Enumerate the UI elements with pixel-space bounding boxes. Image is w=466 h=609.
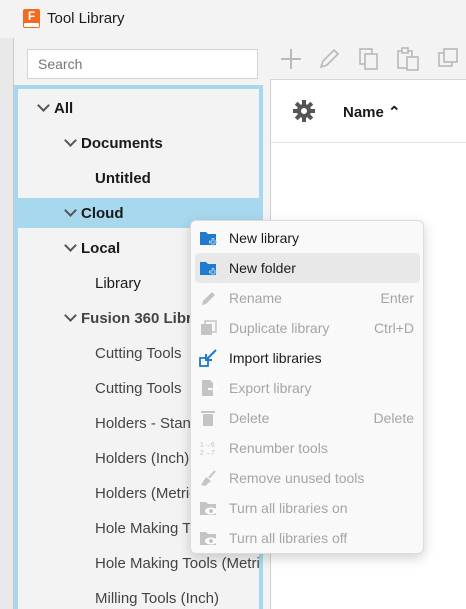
tree-node-label: Holders (Inch) [95,450,190,467]
context-menu-item[interactable]: New library [195,223,420,253]
menu-item-shortcut: Delete [373,410,414,426]
menu-item-label: Turn all libraries on [229,500,348,516]
tree-node[interactable]: Untitled [18,163,259,193]
context-menu-item[interactable]: Turn all libraries off [195,523,420,553]
menu-item-label: Rename [229,290,282,306]
tree-node-label: Hole Making Tools (Metric) [95,555,263,572]
context-menu-item[interactable]: Delete Delete [195,403,420,433]
menu-item-label: Turn all libraries off [229,530,348,546]
export-icon [199,379,219,397]
menu-item-label: New library [229,230,300,246]
svg-text:1→6: 1→6 [200,442,215,449]
menu-item-label: Delete [229,410,270,426]
tool-library-window: F Tool Library All Documents Untitled Cloud… [0,0,466,609]
context-menu-item[interactable]: Remove unused tools [195,463,420,493]
context-menu: New library New folder Rename Enter Duplicat… [190,220,424,554]
context-menu-item[interactable]: Duplicate library Ctrl+D [195,313,420,343]
tool-toolbar [270,38,466,80]
tree-node[interactable]: Documents [18,128,259,158]
add-tool-icon[interactable] [278,46,304,72]
menu-item-label: Duplicate library [229,320,330,336]
tree-node-label: Cutting Tools [95,380,182,397]
tree-node[interactable]: Milling Tools (Inch) [18,583,259,609]
rename-icon [199,289,219,307]
chevron-down-icon[interactable] [63,309,77,323]
tree-node-label: All [54,100,74,117]
menu-item-label: Remove unused tools [229,470,365,486]
tree-node-label: Documents [81,135,163,152]
remove-unused-icon [199,469,219,487]
tree-node-label: Untitled [95,170,151,187]
context-menu-item[interactable]: Turn all libraries on [195,493,420,523]
tree-node-label: Holders (Metric) [95,485,202,502]
name-column-header[interactable]: Name ⌃ [343,103,401,121]
renumber-icon: 1→6 2→7 [199,439,219,457]
chevron-down-icon[interactable] [63,134,77,148]
tree-node[interactable]: All [18,93,259,123]
import-icon [199,349,219,367]
copy-icon[interactable] [356,46,382,72]
svg-text:2→7: 2→7 [200,450,215,457]
search-input[interactable] [27,49,258,79]
new-folder-icon [199,259,219,277]
delete-icon [199,409,219,427]
context-menu-item[interactable]: 1→6 2→7 Renumber tools [195,433,420,463]
context-menu-item[interactable]: New folder [195,253,420,283]
tree-node-label: Local [81,240,121,257]
menu-item-label: Renumber tools [229,440,328,456]
menu-item-label: New folder [229,260,296,276]
context-menu-item[interactable]: Rename Enter [195,283,420,313]
context-menu-item[interactable]: Export library [195,373,420,403]
background-app-sliver [0,0,14,609]
tree-node-label: Cutting Tools [95,345,182,362]
chevron-down-icon[interactable] [63,239,77,253]
gear-icon[interactable] [293,100,315,122]
tree-node-label: Cloud [81,205,124,222]
paste-icon[interactable] [395,46,421,72]
edit-pencil-icon[interactable] [316,46,342,72]
context-menu-item[interactable]: Import libraries [195,343,420,373]
fusion-app-icon: F [23,9,40,28]
menu-item-shortcut: Enter [380,290,414,306]
menu-item-label: Import libraries [229,350,322,366]
duplicate-tool-icon[interactable] [436,46,462,72]
libraries-off-icon [199,529,219,547]
duplicate-icon [199,319,219,337]
chevron-down-icon[interactable] [63,204,77,218]
sort-ascending-icon: ⌃ [388,104,401,121]
new-library-icon [199,229,219,247]
libraries-on-icon [199,499,219,517]
title-bar[interactable]: F Tool Library [0,0,466,38]
window-title: Tool Library [47,10,125,27]
tool-table-header: Name ⌃ [271,81,466,143]
chevron-down-icon[interactable] [36,99,50,113]
tree-node-label: Library [95,275,141,292]
menu-item-shortcut: Ctrl+D [373,320,414,336]
menu-item-label: Export library [229,380,312,396]
tree-node-label: Milling Tools (Inch) [95,590,219,607]
